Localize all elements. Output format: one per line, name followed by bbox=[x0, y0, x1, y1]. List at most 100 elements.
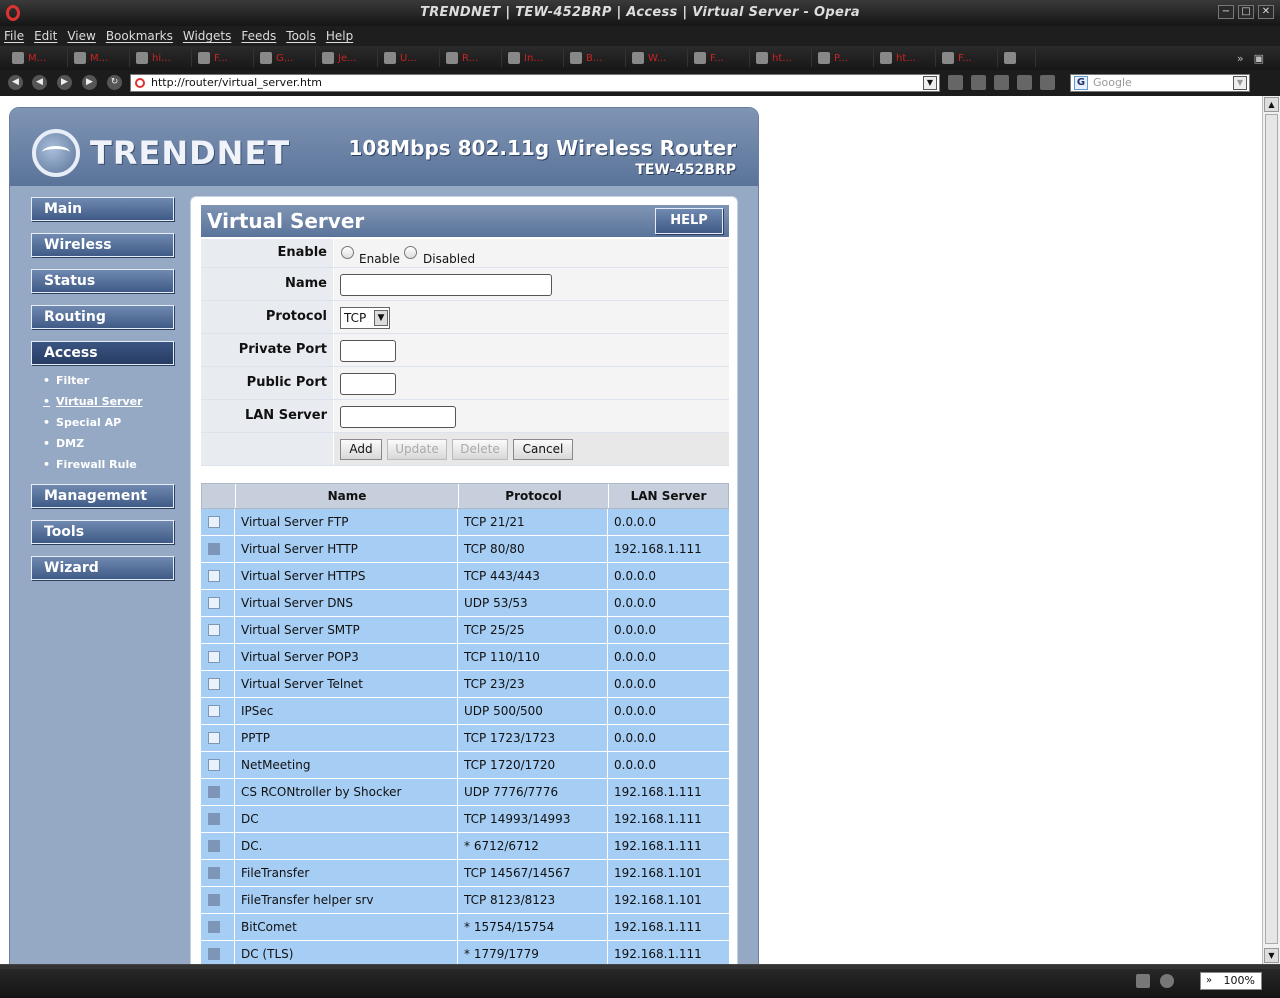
name-input[interactable] bbox=[340, 274, 552, 296]
table-row[interactable]: DC TCP 14993/14993 192.168.1.111 bbox=[201, 806, 729, 833]
menu-widgets[interactable]: Widgets bbox=[183, 26, 232, 46]
tab[interactable]: M... bbox=[8, 49, 68, 67]
document-icon[interactable] bbox=[1136, 974, 1150, 988]
row-checkbox[interactable] bbox=[208, 813, 220, 825]
row-checkbox[interactable] bbox=[208, 759, 220, 771]
table-row[interactable]: FileTransfer helper srv TCP 8123/8123 192.… bbox=[201, 887, 729, 914]
nav-sub-firewall-rule[interactable]: Firewall Rule bbox=[43, 458, 137, 471]
tab[interactable]: ht... bbox=[876, 49, 936, 67]
pma-icon[interactable] bbox=[1040, 75, 1055, 90]
row-checkbox[interactable] bbox=[208, 624, 220, 636]
tab-overflow-icon[interactable]: » bbox=[1237, 52, 1244, 65]
chevron-down-icon[interactable]: ▼ bbox=[1233, 76, 1247, 90]
row-checkbox[interactable] bbox=[208, 570, 220, 582]
nav-management[interactable]: Management bbox=[31, 484, 174, 508]
tab[interactable]: W... bbox=[628, 49, 688, 67]
table-row[interactable]: Virtual Server Telnet TCP 23/23 0.0.0.0 bbox=[201, 671, 729, 698]
row-checkbox[interactable] bbox=[208, 840, 220, 852]
public-port-input[interactable] bbox=[340, 373, 396, 395]
row-checkbox[interactable] bbox=[208, 732, 220, 744]
table-row[interactable]: DC (TLS) * 1779/1779 192.168.1.111 bbox=[201, 941, 729, 964]
row-checkbox[interactable] bbox=[208, 651, 220, 663]
opera-link-icon[interactable] bbox=[1017, 75, 1032, 90]
tab[interactable]: F... bbox=[938, 49, 998, 67]
nav-status[interactable]: Status bbox=[31, 269, 174, 293]
tab[interactable]: M... bbox=[70, 49, 130, 67]
tab[interactable]: B... bbox=[566, 49, 626, 67]
nav-access[interactable]: Access bbox=[31, 341, 174, 365]
nav-sub-special-ap[interactable]: Special AP bbox=[43, 416, 121, 429]
search-field[interactable]: G Google ▼ bbox=[1070, 74, 1250, 92]
table-row[interactable]: IPSec UDP 500/500 0.0.0.0 bbox=[201, 698, 729, 725]
delete-button[interactable]: Delete bbox=[452, 439, 508, 460]
horizontal-scrollbar[interactable] bbox=[0, 965, 1280, 969]
table-row[interactable]: Virtual Server HTTP TCP 80/80 192.168.1.11… bbox=[201, 536, 729, 563]
nav-sub-filter[interactable]: Filter bbox=[43, 374, 89, 387]
tab[interactable]: G... bbox=[256, 49, 316, 67]
menu-file[interactable]: File bbox=[4, 26, 24, 46]
help-button[interactable]: HELP bbox=[655, 208, 723, 234]
table-row[interactable]: BitComet * 15754/15754 192.168.1.111 bbox=[201, 914, 729, 941]
row-checkbox[interactable] bbox=[208, 705, 220, 717]
table-row[interactable]: PPTP TCP 1723/1723 0.0.0.0 bbox=[201, 725, 729, 752]
table-row[interactable]: DC. * 6712/6712 192.168.1.111 bbox=[201, 833, 729, 860]
tab[interactable]: P... bbox=[814, 49, 874, 67]
protocol-select[interactable]: TCP ▼ bbox=[340, 307, 390, 329]
nav-sub-virtual-server[interactable]: Virtual Server bbox=[43, 395, 143, 408]
tab[interactable]: hi... bbox=[132, 49, 192, 67]
nav-wireless[interactable]: Wireless bbox=[31, 233, 174, 257]
nav-sub-dmz[interactable]: DMZ bbox=[43, 437, 84, 450]
menu-help[interactable]: Help bbox=[326, 26, 353, 46]
fast-forward-icon[interactable]: ▶ bbox=[82, 75, 97, 90]
row-checkbox[interactable] bbox=[208, 678, 220, 690]
table-row[interactable]: FileTransfer TCP 14567/14567 192.168.1.101 bbox=[201, 860, 729, 887]
zoom-level[interactable]: » 100% bbox=[1200, 972, 1262, 990]
pma-icon[interactable] bbox=[994, 75, 1009, 90]
forward-icon[interactable]: ▶ bbox=[57, 75, 72, 90]
row-checkbox[interactable] bbox=[208, 543, 220, 555]
tab[interactable]: R... bbox=[442, 49, 502, 67]
enable-radio[interactable] bbox=[341, 246, 354, 259]
add-button[interactable]: Add bbox=[340, 439, 382, 460]
url-field[interactable]: http://router/virtual_server.htm ▼ bbox=[130, 74, 940, 92]
nav-main[interactable]: Main bbox=[31, 197, 174, 221]
disabled-radio[interactable] bbox=[404, 246, 417, 259]
maximize-button[interactable]: □ bbox=[1238, 5, 1254, 19]
scroll-down-icon[interactable]: ▼ bbox=[1264, 948, 1279, 963]
table-row[interactable]: Virtual Server FTP TCP 21/21 0.0.0.0 bbox=[201, 509, 729, 536]
menu-view[interactable]: View bbox=[67, 26, 95, 46]
tab[interactable]: F... bbox=[194, 49, 254, 67]
menu-edit[interactable]: Edit bbox=[34, 26, 57, 46]
menu-feeds[interactable]: Feeds bbox=[241, 26, 276, 46]
chevron-down-icon[interactable]: ▼ bbox=[923, 76, 937, 90]
tab[interactable]: Je... bbox=[318, 49, 378, 67]
nav-routing[interactable]: Routing bbox=[31, 305, 174, 329]
cat-icon[interactable] bbox=[971, 75, 986, 90]
tab[interactable]: ht... bbox=[752, 49, 812, 67]
table-row[interactable]: Virtual Server DNS UDP 53/53 0.0.0.0 bbox=[201, 590, 729, 617]
speed-dial-icon[interactable] bbox=[1160, 974, 1174, 988]
table-row[interactable]: Virtual Server SMTP TCP 25/25 0.0.0.0 bbox=[201, 617, 729, 644]
opera-icon[interactable] bbox=[948, 75, 963, 90]
table-row[interactable]: NetMeeting TCP 1720/1720 0.0.0.0 bbox=[201, 752, 729, 779]
row-checkbox[interactable] bbox=[208, 516, 220, 528]
scroll-up-icon[interactable]: ▲ bbox=[1264, 97, 1279, 112]
table-row[interactable]: CS RCONtroller by Shocker UDP 7776/7776 19… bbox=[201, 779, 729, 806]
private-port-input[interactable] bbox=[340, 340, 396, 362]
table-row[interactable]: Virtual Server HTTPS TCP 443/443 0.0.0.0 bbox=[201, 563, 729, 590]
back-icon[interactable]: ◀ bbox=[8, 75, 23, 90]
nav-wizard[interactable]: Wizard bbox=[31, 556, 174, 580]
row-checkbox[interactable] bbox=[208, 894, 220, 906]
nav-tools[interactable]: Tools bbox=[31, 520, 174, 544]
cancel-button[interactable]: Cancel bbox=[513, 439, 573, 460]
row-checkbox[interactable] bbox=[208, 786, 220, 798]
menu-bookmarks[interactable]: Bookmarks bbox=[106, 26, 173, 46]
menu-tools[interactable]: Tools bbox=[286, 26, 316, 46]
tab[interactable]: In... bbox=[504, 49, 564, 67]
tab[interactable]: U... bbox=[380, 49, 440, 67]
minimize-button[interactable]: − bbox=[1218, 5, 1234, 19]
close-button[interactable]: ✕ bbox=[1258, 5, 1274, 19]
trash-icon[interactable]: ▣ bbox=[1254, 52, 1264, 65]
reload-icon[interactable]: ↻ bbox=[107, 75, 122, 90]
rewind-icon[interactable]: ◀ bbox=[32, 75, 47, 90]
